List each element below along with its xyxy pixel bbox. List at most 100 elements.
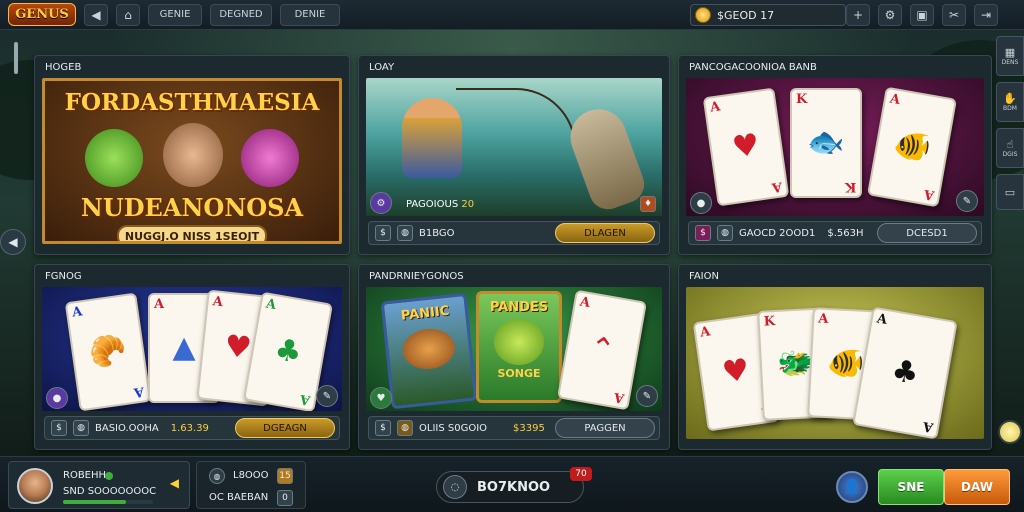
- globe-icon: ◍: [397, 225, 413, 241]
- spin-icon[interactable]: ◌: [443, 475, 467, 499]
- pink-character: [241, 129, 299, 187]
- hand-icon: ✋: [1003, 92, 1017, 105]
- globe-icon: ◍: [73, 420, 89, 436]
- fishing-rod: [456, 88, 576, 148]
- settings-icon[interactable]: ⚙: [878, 4, 902, 26]
- card-icon[interactable]: ♦: [640, 196, 656, 212]
- globe-icon: ◍: [717, 225, 733, 241]
- tile-amount: $3395: [513, 422, 545, 434]
- play-button[interactable]: DLAGEN: [555, 223, 655, 243]
- mini-stats: ◍ L8OOO 15 OC BAEBAN 0: [196, 461, 306, 509]
- tile-title: HOGEB: [45, 62, 82, 73]
- frog-character: [85, 129, 143, 187]
- xp-bar: [63, 500, 153, 504]
- player-profile[interactable]: ROBEHH SND SOOOOOOOC ◀: [8, 461, 190, 509]
- bet-icon: $: [375, 420, 391, 436]
- info-icon[interactable]: ♥: [370, 387, 392, 409]
- info-icon[interactable]: ⚙: [370, 192, 392, 214]
- game-tile-1[interactable]: HOGEB FORDASTHMAESIA NUDEANONOSA NUGGJ.O…: [34, 55, 350, 255]
- scroll-left-icon[interactable]: ◀: [0, 229, 26, 255]
- game-tile-4[interactable]: FGNOG A🥐A A▲A A♥A A♣A ● ✎ $ ◍ BASIO.OOHA…: [34, 264, 350, 450]
- tile-title: PANDRNIEYGONOS: [369, 271, 464, 282]
- game-tile-6[interactable]: FAION A♥A K🐲K A🐠A A♣A: [678, 264, 992, 450]
- center-value: BO7KNOO: [477, 479, 551, 495]
- bet-icon: $: [375, 225, 391, 241]
- player-name: ROBEHH: [63, 470, 107, 481]
- menu-button-1[interactable]: GENIE: [148, 3, 202, 26]
- arrow-icon[interactable]: ◀: [170, 476, 179, 490]
- tile-info: PAGOIOUS 20: [406, 199, 475, 210]
- tile-strip: $ ◍ BASIO.OOHA 1.63.39 DGEAGN: [44, 416, 340, 440]
- edit-icon[interactable]: ✎: [316, 385, 338, 407]
- coin-icon: [695, 7, 711, 23]
- menu-button-2[interactable]: DEGNED: [210, 3, 272, 26]
- rail-pointer[interactable]: ☝ DGIS: [996, 128, 1024, 168]
- info-icon[interactable]: ●: [690, 192, 712, 214]
- center-display[interactable]: ◌ BO7KNOO: [436, 471, 584, 503]
- art-title: FORDASTHMAESIA: [64, 89, 320, 116]
- fullscreen-icon[interactable]: ▣: [910, 4, 934, 26]
- back-icon[interactable]: ◀: [84, 3, 108, 26]
- edit-icon[interactable]: ✎: [636, 385, 658, 407]
- bottom-bar: ROBEHH SND SOOOOOOOC ◀ ◍ L8OOO 15 OC BAE…: [0, 456, 1024, 512]
- top-right-tools: ⚙ ▣ ✂ ⇥: [878, 4, 998, 26]
- user-icon[interactable]: 👤: [836, 471, 868, 503]
- balance-value: $GEOD 17: [717, 8, 775, 22]
- mini-tag-2[interactable]: 0: [277, 490, 293, 506]
- balance-display: $GEOD 17: [690, 4, 846, 26]
- online-icon: [105, 472, 113, 480]
- game-tile-2[interactable]: LOAY ⚙ PAGOIOUS 20 ♦ $ ◍ B1BGO DLAGEN: [358, 55, 670, 255]
- tile-title: FAION: [689, 271, 719, 282]
- add-funds-icon[interactable]: +: [846, 4, 870, 26]
- game-thumb-b: PANDES SONGE: [476, 291, 562, 403]
- art-subtitle: NUDEANONOSA: [80, 193, 304, 222]
- game-tile-3[interactable]: PANCOGACOONIOA BANB A ♥ A K 🐟 K A 🐠 A ● ✎ $ ◍ …: [678, 55, 992, 255]
- info-icon[interactable]: ●: [46, 387, 68, 409]
- play-button[interactable]: PAGGEN: [555, 418, 655, 438]
- tile-title: FGNOG: [45, 271, 82, 282]
- tile-title: PANCOGACOONIOA BANB: [689, 62, 817, 73]
- rail-hand[interactable]: ✋ BDM: [996, 82, 1024, 122]
- scroll-indicator[interactable]: [14, 42, 18, 74]
- tile-id: OLIIS S0GOIO: [419, 422, 488, 434]
- play-button[interactable]: DGEAGN: [235, 418, 335, 438]
- game-logo[interactable]: GENUS: [8, 3, 76, 26]
- tile-title: LOAY: [369, 62, 395, 73]
- play-button[interactable]: DCESD1: [877, 223, 977, 243]
- rail-chat[interactable]: ▭: [996, 174, 1024, 210]
- exit-icon[interactable]: ⇥: [974, 4, 998, 26]
- tile-strip: $ ◍ OLIIS S0GOIO $3395 PAGGEN: [368, 416, 660, 440]
- coin-stat-icon: ◍: [209, 468, 225, 484]
- tile-id: B1BGO: [419, 227, 455, 239]
- game-thumb-a: PANIIC: [380, 292, 478, 410]
- tile-amount: 1.63.39: [170, 422, 209, 434]
- tile-art: A🥐A A▲A A♥A A♣A ● ✎: [42, 287, 342, 411]
- tile-strip: $ ◍ GAOCD 2OOD1 $.563H DCESD1: [688, 221, 982, 245]
- bet-icon: $: [695, 225, 711, 241]
- home-icon[interactable]: ⌂: [116, 3, 140, 26]
- avatar[interactable]: [17, 468, 53, 504]
- game-tile-5[interactable]: PANDRNIEYGONOS PANIIC PANDES SONGE A ⌃ A ♥…: [358, 264, 670, 450]
- tile-art: PANIIC PANDES SONGE A ⌃ A ♥ ✎: [366, 287, 662, 411]
- rail-grid[interactable]: ▦ DENS: [996, 36, 1024, 76]
- old-man-character: [163, 123, 223, 187]
- green-action-button[interactable]: SNE: [878, 469, 944, 505]
- tools-icon[interactable]: ✂: [942, 4, 966, 26]
- big-fish: [562, 101, 650, 215]
- notification-dot[interactable]: [998, 420, 1022, 444]
- edit-icon[interactable]: ✎: [956, 190, 978, 212]
- grid-icon: ▦: [1004, 46, 1016, 59]
- orange-action-button[interactable]: DAW: [944, 469, 1010, 505]
- mini-prefix-2: OC: [209, 492, 224, 503]
- tile-art: A ♥ A K 🐟 K A 🐠 A ● ✎: [686, 78, 984, 216]
- menu-button-3[interactable]: DENIE: [280, 3, 340, 26]
- right-rail: ▦ DENS ✋ BDM ☝ DGIS ▭: [996, 36, 1024, 232]
- pointer-icon: ☝: [1006, 138, 1014, 151]
- mini-tag-1[interactable]: 15: [277, 468, 293, 484]
- blue-suit-card: A 🥐 A: [64, 292, 152, 411]
- art-banner: NUGGJ.O NISS 1SEOJT: [117, 225, 267, 241]
- player-balance: SND SOOOOOOOC: [63, 486, 157, 497]
- fish-card-2: A 🐠 A: [866, 86, 958, 208]
- fish-card: K 🐟 K: [790, 88, 862, 198]
- center-badge: 70: [570, 467, 592, 481]
